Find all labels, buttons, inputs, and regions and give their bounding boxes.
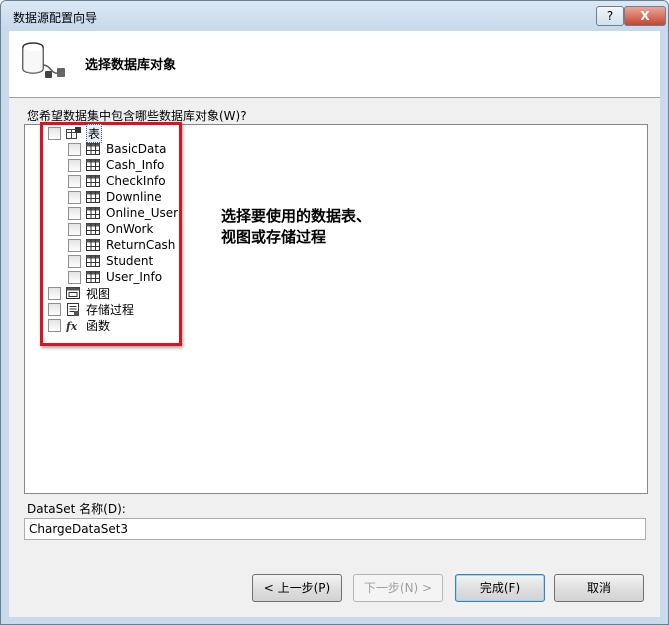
tables-label[interactable]: 表 (86, 123, 103, 143)
help-button[interactable]: ? (596, 6, 624, 26)
stored-procedure-icon (66, 302, 80, 316)
next-button[interactable]: 下一步(N) > (353, 574, 443, 602)
annotation-note: 选择要使用的数据表、 视图或存储过程 (221, 206, 371, 248)
table-checkbox[interactable] (68, 190, 81, 204)
functions-label[interactable]: 函数 (86, 317, 110, 334)
table-label[interactable]: User_Info (106, 270, 162, 284)
table-label[interactable]: Cash_Info (106, 158, 164, 172)
table-label[interactable]: OnWork (106, 222, 153, 236)
previous-button[interactable]: < 上一步(P) (252, 574, 342, 602)
table-checkbox[interactable] (68, 142, 81, 156)
table-icon (86, 238, 100, 252)
table-label[interactable]: Downline (106, 190, 162, 204)
tree-node-tables[interactable]: 表 (48, 123, 103, 143)
table-checkbox[interactable] (68, 158, 81, 172)
database-connection-icon (21, 41, 67, 81)
functions-checkbox[interactable] (48, 318, 61, 332)
wizard-header: 选择数据库对象 (9, 31, 660, 98)
table-icon (86, 270, 100, 284)
tree-node-views[interactable]: 视图 (48, 285, 110, 301)
tree-node-table[interactable]: CheckInfo (68, 173, 166, 189)
function-fx-icon: fx (66, 319, 80, 332)
table-icon (86, 158, 100, 172)
table-label[interactable]: ReturnCash (106, 238, 175, 252)
table-icon (86, 142, 100, 156)
window-title: 数据源配置向导 (13, 11, 98, 25)
table-label[interactable]: CheckInfo (106, 174, 166, 188)
dataset-name-input[interactable] (24, 518, 646, 540)
tree-node-table[interactable]: User_Info (68, 269, 162, 285)
stored-procedures-checkbox[interactable] (48, 302, 61, 316)
tables-folder-icon (66, 126, 81, 140)
table-label[interactable]: BasicData (106, 142, 166, 156)
dataset-name-label: DataSet 名称(D): (27, 502, 126, 516)
tree-node-functions[interactable]: fx 函数 (48, 317, 110, 333)
database-objects-tree[interactable]: 表 BasicData Cash_Info CheckInfo Downline… (24, 122, 648, 494)
table-icon (86, 254, 100, 268)
title-bar[interactable]: 数据源配置向导 ? X (1, 1, 668, 31)
views-label[interactable]: 视图 (86, 285, 110, 302)
cancel-button[interactable]: 取消 (554, 574, 644, 602)
views-checkbox[interactable] (48, 286, 61, 300)
tree-node-table[interactable]: Student (68, 253, 153, 269)
close-button[interactable]: X (624, 6, 666, 26)
table-icon (86, 222, 100, 236)
tree-node-table[interactable]: ReturnCash (68, 237, 175, 253)
table-checkbox[interactable] (68, 206, 81, 220)
table-checkbox[interactable] (68, 238, 81, 252)
tree-node-table[interactable]: OnWork (68, 221, 153, 237)
table-checkbox[interactable] (68, 222, 81, 236)
page-title: 选择数据库对象 (85, 58, 177, 73)
table-icon (86, 174, 100, 188)
table-icon (86, 190, 100, 204)
svg-text:fx: fx (66, 320, 78, 332)
annotation-line-1: 选择要使用的数据表、 (221, 207, 372, 225)
finish-button[interactable]: 完成(F) (455, 574, 545, 602)
views-icon (66, 286, 80, 300)
table-checkbox[interactable] (68, 254, 81, 268)
tables-checkbox[interactable] (48, 126, 61, 140)
dialog-window: 数据源配置向导 ? X 选择数据库对象 您希望数据集中包含哪些数据库对象(W)? (0, 0, 669, 625)
table-label[interactable]: Student (106, 254, 153, 268)
stored-procedures-label[interactable]: 存储过程 (86, 301, 134, 318)
table-checkbox[interactable] (68, 270, 81, 284)
table-label[interactable]: Online_User (106, 206, 178, 220)
tree-node-table[interactable]: BasicData (68, 141, 166, 157)
dialog-client-area: 选择数据库对象 您希望数据集中包含哪些数据库对象(W)? 表 BasicData (9, 31, 660, 617)
tree-node-table[interactable]: Cash_Info (68, 157, 164, 173)
tree-node-table[interactable]: Online_User (68, 205, 178, 221)
table-checkbox[interactable] (68, 174, 81, 188)
table-icon (86, 206, 100, 220)
tree-node-stored-procedures[interactable]: 存储过程 (48, 301, 134, 317)
tree-node-table[interactable]: Downline (68, 189, 162, 205)
annotation-line-2: 视图或存储过程 (221, 228, 327, 246)
